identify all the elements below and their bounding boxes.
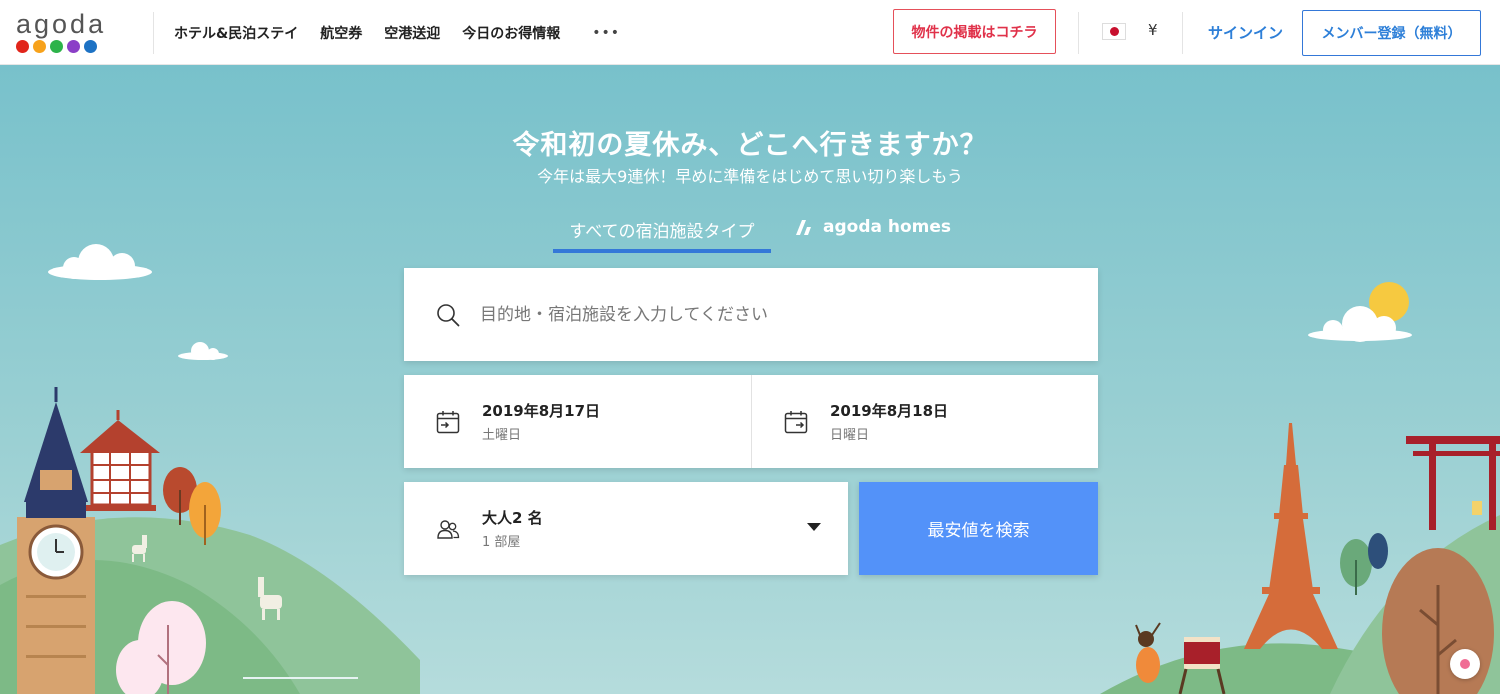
chat-bubble-icon[interactable] [1450, 649, 1480, 679]
nav-airport-transfer[interactable]: 空港送迎 [384, 23, 440, 43]
register-button[interactable]: メンバー登録（無料） [1302, 10, 1481, 56]
hero-subheadline: 今年は最大9連休！早めに準備をはじめて思い切り楽しもう [537, 167, 963, 186]
nav-deals[interactable]: 今日のお得情報 [462, 23, 560, 43]
header-divider [1078, 12, 1079, 54]
checkout-date: 2019年8月18日 [830, 402, 949, 420]
checkin-day: 土曜日 [482, 428, 522, 443]
logo-wordmark: agoda [16, 9, 107, 39]
nav-hotels[interactable]: ホテル&民泊ステイ [174, 23, 298, 43]
tab-agoda-homes[interactable]: agoda homes [795, 217, 951, 237]
logo-dots [16, 40, 120, 53]
currency-selector[interactable]: ¥ [1148, 21, 1158, 39]
agoda-homes-icon [796, 219, 811, 235]
search-lowest-price-button[interactable]: 最安値を検索 [859, 482, 1098, 575]
checkin-date-field[interactable]: 2019年8月17日 土曜日 [404, 375, 751, 468]
agoda-homes-label: agoda homes [823, 217, 952, 237]
destination-search-box[interactable] [404, 268, 1098, 361]
search-icon [437, 303, 460, 326]
logo-dot-purple [67, 40, 80, 53]
logo-dot-green [50, 40, 63, 53]
checkout-day: 日曜日 [830, 428, 870, 443]
tab-all-properties[interactable]: すべての宿泊施設タイプ [553, 217, 771, 242]
japan-flag-icon[interactable] [1102, 23, 1126, 40]
active-tab-indicator [553, 249, 771, 253]
destination-input[interactable] [480, 304, 1040, 325]
checkin-date: 2019年8月17日 [482, 402, 601, 420]
logo-dot-blue [84, 40, 97, 53]
more-menu-icon[interactable]: ••• [592, 25, 620, 41]
logo-dot-orange [33, 40, 46, 53]
nav-flights[interactable]: 航空券 [320, 23, 362, 43]
room-count: 1 部屋 [482, 535, 521, 550]
adult-count: 大人2 名 [482, 509, 543, 527]
checkout-date-field[interactable]: 2019年8月18日 日曜日 [751, 375, 1098, 468]
date-picker: 2019年8月17日 土曜日 2019年8月18日 日曜日 [404, 375, 1098, 468]
list-property-button[interactable]: 物件の掲載はコチラ [893, 9, 1056, 54]
calendar-checkout-icon [784, 410, 808, 433]
hero-banner: 令和初の夏休み、どこへ行きますか？ 今年は最大9連休！早めに準備をはじめて思い切… [0, 65, 1500, 694]
hero-headline: 令和初の夏休み、どこへ行きますか？ [512, 130, 988, 161]
logo-dot-red [16, 40, 29, 53]
calendar-checkin-icon [436, 410, 460, 433]
agoda-logo[interactable]: agoda [16, 10, 120, 56]
guests-icon [437, 519, 460, 539]
top-header: agoda ホテル&民泊ステイ 航空券 空港送迎 今日のお得情報 ••• 物件の… [0, 0, 1500, 65]
signin-link[interactable]: サインイン [1208, 22, 1283, 43]
main-nav: ホテル&民泊ステイ 航空券 空港送迎 今日のお得情報 ••• [174, 0, 620, 65]
header-divider [1182, 12, 1183, 54]
header-divider [153, 12, 154, 54]
dropdown-caret-icon [807, 523, 821, 531]
guests-rooms-selector[interactable]: 大人2 名 1 部屋 [404, 482, 848, 575]
